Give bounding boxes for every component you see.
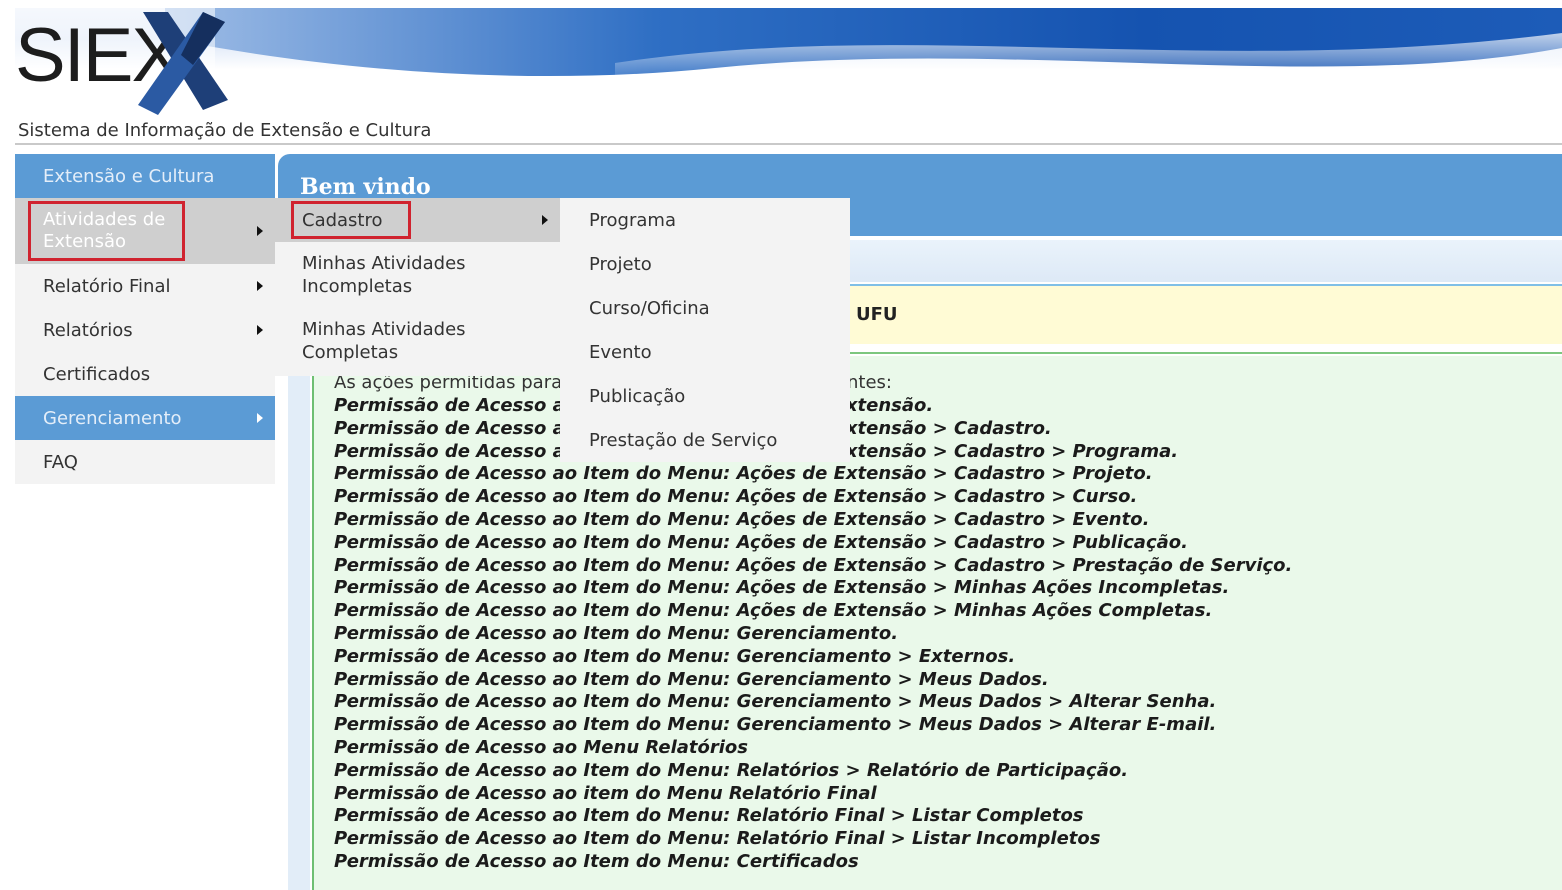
flyout-submenu-cadastro: Programa Projeto Curso/Oficina Evento Pu…: [560, 198, 850, 462]
sidebar-item-label: Gerenciamento: [43, 407, 182, 429]
chevron-right-icon: [257, 325, 263, 335]
left-gutter: [288, 354, 310, 890]
permission-item: Permissão de Acesso ao Item do Menu: Rel…: [334, 828, 1101, 850]
menu-item-publicacao[interactable]: Publicação: [560, 374, 850, 418]
menu-item-label: Curso/Oficina: [589, 297, 710, 319]
permission-item: Permissão de Acesso ao Item do Menu: Ger…: [334, 622, 899, 644]
menu-item-label: Publicação: [589, 385, 686, 407]
permission-item: Permissão de Acesso ao Item do Menu: Açõ…: [334, 508, 1150, 530]
menu-item-label: Prestação de Serviço: [589, 429, 778, 451]
menu-item-label: Projeto: [589, 253, 652, 275]
permission-item: Permissão de Acesso ao Item do Menu: Cer…: [334, 850, 859, 872]
siex-logo: SIEX: [15, 10, 228, 120]
header-wave-graphic: [15, 8, 1562, 120]
permission-item: Permissão de Acesso ao Item do Menu: Rel…: [334, 805, 1084, 827]
chevron-right-icon: [542, 215, 548, 225]
menu-item-programa[interactable]: Programa: [560, 198, 850, 242]
highlight-box-atividades: [28, 201, 185, 261]
highlight-box-cadastro: [291, 201, 411, 239]
logo-x-mark: [138, 12, 228, 115]
permission-item: Permissão de Acesso ao Menu Relatórios: [334, 736, 748, 758]
menu-item-label: Programa: [589, 209, 676, 231]
app-subtitle: Sistema de Informação de Extensão e Cult…: [18, 120, 432, 141]
sidebar-item-label: Relatório Final: [43, 275, 171, 297]
sidebar-item-faq[interactable]: FAQ: [15, 440, 275, 484]
menu-item-prestacao-servico[interactable]: Prestação de Serviço: [560, 418, 850, 462]
sidebar-item-relatorios[interactable]: Relatórios: [15, 308, 275, 352]
permission-item: Permissão de Acesso ao Item do Menu: Rel…: [334, 759, 1129, 781]
permissions-list: Permissão de Acesso ao Item do Menu: Açõ…: [334, 395, 1292, 874]
permission-item: Permissão de Acesso ao Item do Menu: Açõ…: [334, 531, 1188, 553]
sidebar-item-label: Certificados: [43, 363, 151, 385]
submenu-item-label: Minhas Atividades Incompletas: [302, 253, 466, 297]
menu-item-evento[interactable]: Evento: [560, 330, 850, 374]
permission-item: Permissão de Acesso ao Item do Menu: Açõ…: [334, 554, 1293, 576]
permission-item: Permissão de Acesso ao item do Menu Rela…: [334, 782, 877, 804]
sidebar-item-label: FAQ: [43, 451, 78, 473]
sidebar-item-certificados[interactable]: Certificados: [15, 352, 275, 396]
submenu-item-minhas-incompletas[interactable]: Minhas Atividades Incompletas: [275, 252, 560, 298]
chevron-right-icon: [257, 281, 263, 291]
info-banner-text: UFU: [856, 304, 898, 325]
permission-item: Permissão de Acesso ao Item do Menu: Açõ…: [334, 486, 1138, 508]
permission-item: Permissão de Acesso ao Item do Menu: Ger…: [334, 714, 1217, 736]
sidebar-item-label: Extensão e Cultura: [43, 165, 215, 187]
permission-item: Permissão de Acesso ao Item do Menu: Açõ…: [334, 577, 1230, 599]
permissions-panel: As ações permitidas para intes: Permissão…: [312, 356, 1562, 890]
page-title: Bem vindo: [300, 174, 431, 200]
menu-item-label: Evento: [589, 341, 652, 363]
sidebar-item-gerenciamento[interactable]: Gerenciamento: [15, 396, 275, 440]
permission-item: Permissão de Acesso ao Item do Menu: Ger…: [334, 691, 1217, 713]
permission-item: Permissão de Acesso ao Item do Menu: Ger…: [334, 645, 1016, 667]
menu-item-projeto[interactable]: Projeto: [560, 242, 850, 286]
menu-item-curso-oficina[interactable]: Curso/Oficina: [560, 286, 850, 330]
header-divider: [15, 143, 1562, 145]
permission-item: Permissão de Acesso ao Item do Menu: Açõ…: [334, 463, 1153, 485]
app-header: SIEX: [15, 8, 1562, 120]
submenu-item-label: Minhas Atividades Completas: [302, 319, 466, 363]
submenu-item-minhas-completas[interactable]: Minhas Atividades Completas: [275, 318, 560, 364]
chevron-right-icon: [257, 413, 263, 423]
permission-item: Permissão de Acesso ao Item do Menu: Ger…: [334, 668, 1049, 690]
sidebar-section-extensao-cultura[interactable]: Extensão e Cultura: [15, 154, 275, 198]
permission-item: Permissão de Acesso ao Item do Menu: Açõ…: [334, 600, 1213, 622]
sidebar-item-relatorio-final[interactable]: Relatório Final: [15, 264, 275, 308]
sidebar-item-label: Relatórios: [43, 319, 133, 341]
chevron-right-icon: [257, 226, 263, 236]
